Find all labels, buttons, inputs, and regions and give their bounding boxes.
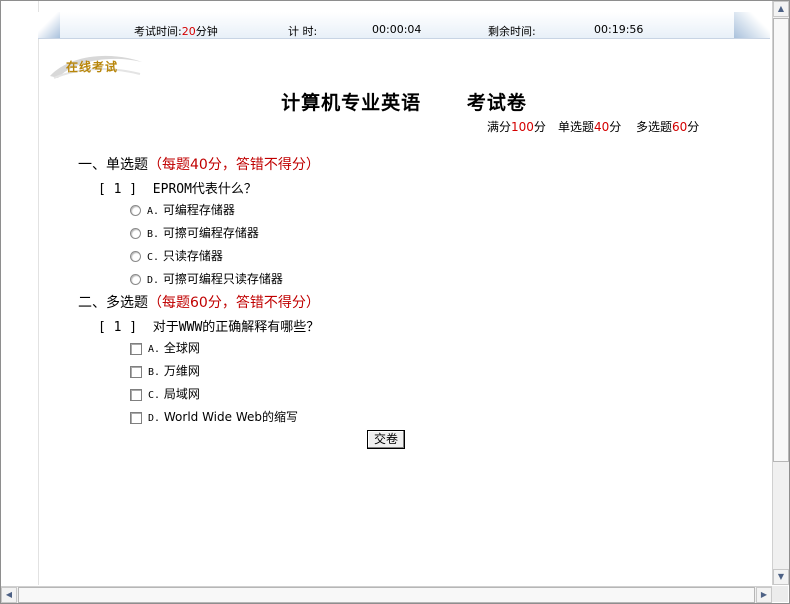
section-heading: 二、多选题 xyxy=(78,295,148,311)
scroll-left-icon[interactable]: ◀ xyxy=(1,587,17,603)
score-multi-label: 多选题 xyxy=(636,120,673,134)
option-text: 可擦可编程只读存储器 xyxy=(162,272,283,286)
score-total-label: 满分 xyxy=(487,120,512,134)
option-text: 可擦可编程存储器 xyxy=(162,226,259,240)
radio-button[interactable] xyxy=(130,274,141,285)
radio-button[interactable] xyxy=(130,205,141,216)
vertical-scroll-thumb[interactable] xyxy=(773,18,789,462)
remaining-label: 剩余时间: xyxy=(488,25,536,38)
option-text: 局域网 xyxy=(163,387,200,401)
option-letter: C. xyxy=(148,390,161,401)
checkbox[interactable] xyxy=(130,388,142,401)
exam-time-label: 考试时间: xyxy=(134,25,182,38)
multi-option-d[interactable]: D. World Wide Web的缩写 xyxy=(130,409,298,425)
single-option-d[interactable]: D. 可擦可编程只读存储器 xyxy=(130,271,283,287)
section-multiple-choice: 二、多选题（每题60分，答错不得分） xyxy=(78,292,320,312)
exam-title: 计算机专业英语 考试卷 xyxy=(281,92,527,114)
header-right-decoration xyxy=(734,12,770,38)
remaining-value: 00:19:56 xyxy=(594,23,644,36)
option-text: 全球网 xyxy=(163,341,200,355)
scroll-right-icon[interactable]: ▶ xyxy=(756,587,772,603)
checkbox[interactable] xyxy=(130,342,142,355)
option-text: World Wide Web的缩写 xyxy=(163,410,298,424)
header-left-decoration xyxy=(38,12,60,38)
question-number: [ 1 ] xyxy=(98,182,138,197)
multi-option-c[interactable]: C. 局域网 xyxy=(130,386,200,402)
checkbox[interactable] xyxy=(130,365,142,378)
score-single-unit: 分 xyxy=(609,120,622,134)
horizontal-scroll-thumb[interactable] xyxy=(18,587,755,603)
question-single-1: [ 1 ] EPROM代表什么？ xyxy=(98,178,257,197)
option-text: 只读存储器 xyxy=(162,249,223,263)
section-note: （每题40分，答错不得分） xyxy=(148,157,320,173)
exam-time-value: 20 xyxy=(181,25,196,38)
score-single-value: 40 xyxy=(594,120,610,134)
scroll-up-icon[interactable]: ▲ xyxy=(773,1,789,17)
score-single: 单选题40分 xyxy=(558,118,621,135)
single-option-a[interactable]: A. 可编程存储器 xyxy=(130,202,235,218)
radio-button[interactable] xyxy=(130,228,141,239)
left-gutter xyxy=(1,1,39,585)
timer-label: 计 时: xyxy=(288,25,318,38)
option-letter: C. xyxy=(147,252,160,263)
question-text: EPROM代表什么？ xyxy=(152,182,257,197)
option-letter: B. xyxy=(147,229,160,240)
option-letter: B. xyxy=(148,367,161,378)
scroll-down-icon[interactable]: ▼ xyxy=(773,569,789,585)
option-letter: D. xyxy=(147,275,160,286)
exam-time: 考试时间:20分钟 xyxy=(134,23,218,39)
timer-value: 00:00:04 xyxy=(372,23,422,36)
option-text: 可编程存储器 xyxy=(162,203,235,217)
single-option-b[interactable]: B. 可擦可编程存储器 xyxy=(130,225,259,241)
option-text: 万维网 xyxy=(163,364,200,378)
question-number: [ 1 ] xyxy=(98,320,138,335)
question-multi-1: [ 1 ] 对于WWW的正确解释有哪些？ xyxy=(98,316,319,335)
vertical-scrollbar[interactable]: ▲ ▼ xyxy=(772,1,789,585)
option-letter: A. xyxy=(147,206,160,217)
score-single-label: 单选题 xyxy=(558,120,595,134)
section-note: （每题60分，答错不得分） xyxy=(148,295,320,311)
exam-time-unit: 分钟 xyxy=(195,25,218,38)
score-multi: 多选题60分 xyxy=(636,118,699,135)
question-text: 对于WWW的正确解释有哪些？ xyxy=(152,320,320,335)
horizontal-scrollbar[interactable]: ◀ ▶ xyxy=(1,586,772,603)
checkbox[interactable] xyxy=(130,411,142,424)
section-heading: 一、单选题 xyxy=(78,157,148,173)
multi-option-b[interactable]: B. 万维网 xyxy=(130,363,200,379)
score-total-unit: 分 xyxy=(533,120,546,134)
score-total: 满分100分 xyxy=(487,118,546,135)
exam-status-bar: 考试时间:20分钟 计 时: 00:00:04 剩余时间: 00:19:56 xyxy=(38,12,770,39)
multi-option-a[interactable]: A. 全球网 xyxy=(130,340,200,356)
single-option-c[interactable]: C. 只读存储器 xyxy=(130,248,223,264)
score-multi-unit: 分 xyxy=(687,120,700,134)
online-exam-logo: 在线考试 xyxy=(48,52,144,80)
option-letter: A. xyxy=(148,344,161,355)
option-letter: D. xyxy=(148,413,161,424)
score-multi-value: 60 xyxy=(672,120,688,134)
radio-button[interactable] xyxy=(130,251,141,262)
score-total-value: 100 xyxy=(511,120,534,134)
submit-exam-button[interactable]: 交卷 xyxy=(367,430,405,449)
scrollbar-corner xyxy=(772,586,788,602)
section-single-choice: 一、单选题（每题40分，答错不得分） xyxy=(78,154,320,174)
logo-text: 在线考试 xyxy=(66,60,119,74)
